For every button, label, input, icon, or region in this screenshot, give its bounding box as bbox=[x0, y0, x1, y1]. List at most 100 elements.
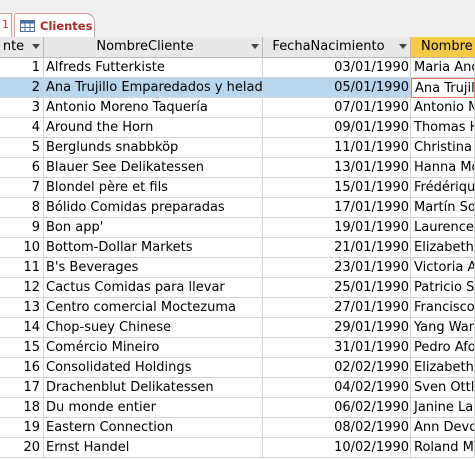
row-id-cell[interactable]: 16 bbox=[0, 358, 44, 378]
row-id-cell[interactable]: 1 bbox=[0, 58, 44, 78]
row-id-cell[interactable]: 10 bbox=[0, 238, 44, 258]
row-id-cell[interactable]: 8 bbox=[0, 198, 44, 218]
table-row[interactable]: 19 Eastern Connection 08/02/1990 Ann Devo bbox=[0, 418, 475, 438]
table-row[interactable]: 14 Chop-suey Chinese 29/01/1990 Yang Wan bbox=[0, 318, 475, 338]
row-id-cell[interactable]: 17 bbox=[0, 378, 44, 398]
table-row[interactable]: 9 Bon app' 19/01/1990 Laurence bbox=[0, 218, 475, 238]
column-header-id[interactable]: nte bbox=[0, 37, 44, 58]
customer-name-cell[interactable]: Around the Horn bbox=[44, 118, 263, 138]
birth-date-cell[interactable]: 03/01/1990 bbox=[263, 58, 411, 78]
contact-name-cell[interactable]: Elizabeth bbox=[411, 358, 475, 378]
birth-date-cell[interactable]: 27/01/1990 bbox=[263, 298, 411, 318]
column-header-nombrecliente[interactable]: NombreCliente bbox=[44, 37, 263, 58]
row-id-cell[interactable]: 5 bbox=[0, 138, 44, 158]
table-row[interactable]: 20Ernst Handel10/02/1990Roland Me bbox=[0, 438, 475, 458]
birth-date-cell[interactable]: 29/01/1990 bbox=[263, 318, 411, 338]
row-id-cell[interactable]: 3 bbox=[0, 98, 44, 118]
birth-date-cell[interactable]: 08/02/1990 bbox=[263, 418, 411, 438]
birth-date-cell[interactable]: 15/01/1990 bbox=[263, 178, 411, 198]
row-id-cell[interactable]: 11 bbox=[0, 258, 44, 278]
row-id-cell[interactable]: 12 bbox=[0, 278, 44, 298]
contact-name-cell[interactable]: Christina bbox=[411, 138, 475, 158]
row-id-cell[interactable]: 13 bbox=[0, 298, 44, 318]
birth-date-cell[interactable]: 10/02/1990 bbox=[263, 438, 411, 458]
birth-date-cell[interactable]: 07/01/1990 bbox=[263, 98, 411, 118]
table-row[interactable]: 16 Consolidated Holdings 02/02/1990 Elizabe… bbox=[0, 358, 475, 378]
previous-tab[interactable]: 1 bbox=[0, 13, 12, 37]
contact-name-cell[interactable]: Pedro Afo bbox=[411, 338, 475, 358]
contact-name-cell[interactable]: Victoria A bbox=[411, 258, 475, 278]
row-id-cell[interactable]: 19 bbox=[0, 418, 44, 438]
customer-name-cell[interactable]: Alfreds Futterkiste bbox=[44, 58, 263, 78]
table-row[interactable]: 12 Cactus Comidas para llevar 25/01/1990 Pa… bbox=[0, 278, 475, 298]
row-id-cell[interactable]: 2 bbox=[0, 78, 44, 98]
contact-name-cell[interactable]: Elizabeth bbox=[411, 238, 475, 258]
customer-name-cell[interactable]: Eastern Connection bbox=[44, 418, 263, 438]
customer-name-cell[interactable]: Ana Trujillo Emparedados y helado bbox=[44, 78, 263, 98]
birth-date-cell[interactable]: 23/01/1990 bbox=[263, 258, 411, 278]
customer-name-cell[interactable]: B's Beverages bbox=[44, 258, 263, 278]
table-row[interactable]: 11 B's Beverages 23/01/1990 Victoria A bbox=[0, 258, 475, 278]
contact-name-cell[interactable]: Janine Lab bbox=[411, 398, 475, 418]
table-row[interactable]: 13 Centro comercial Moctezuma 27/01/1990 Fr… bbox=[0, 298, 475, 318]
customer-name-cell[interactable]: Comércio Mineiro bbox=[44, 338, 263, 358]
table-row[interactable]: 7 Blondel père et fils 15/01/1990 Frédériqu bbox=[0, 178, 475, 198]
row-id-cell[interactable]: 6 bbox=[0, 158, 44, 178]
contact-name-cell[interactable]: Sven Ottli bbox=[411, 378, 475, 398]
birth-date-cell[interactable]: 31/01/1990 bbox=[263, 338, 411, 358]
customer-name-cell[interactable]: Bólido Comidas preparadas bbox=[44, 198, 263, 218]
contact-name-cell[interactable]: Frédériqu bbox=[411, 178, 475, 198]
customer-name-cell[interactable]: Antonio Moreno Taquería bbox=[44, 98, 263, 118]
table-row[interactable]: 18 Du monde entier 06/02/1990 Janine Lab bbox=[0, 398, 475, 418]
table-row[interactable]: 5 Berglunds snabbköp 11/01/1990 Christina bbox=[0, 138, 475, 158]
row-id-cell[interactable]: 7 bbox=[0, 178, 44, 198]
customer-name-cell[interactable]: Du monde entier bbox=[44, 398, 263, 418]
row-id-cell[interactable]: 4 bbox=[0, 118, 44, 138]
contact-name-cell[interactable]: Laurence bbox=[411, 218, 475, 238]
table-row[interactable]: 2 Ana Trujillo Emparedados y helado 05/01/… bbox=[0, 78, 475, 98]
contact-name-cell[interactable]: Francisco bbox=[411, 298, 475, 318]
customer-name-cell[interactable]: Consolidated Holdings bbox=[44, 358, 263, 378]
table-row[interactable]: 3 Antonio Moreno Taquería 07/01/1990 Antoni… bbox=[0, 98, 475, 118]
customer-name-cell[interactable]: Ernst Handel bbox=[44, 438, 263, 458]
contact-name-cell[interactable]: Maria And bbox=[411, 58, 475, 78]
birth-date-cell[interactable]: 11/01/1990 bbox=[263, 138, 411, 158]
table-row[interactable]: 15 Comércio Mineiro 31/01/1990 Pedro Afo bbox=[0, 338, 475, 358]
customer-name-cell[interactable]: Blondel père et fils bbox=[44, 178, 263, 198]
row-id-cell[interactable]: 9 bbox=[0, 218, 44, 238]
birth-date-cell[interactable]: 19/01/1990 bbox=[263, 218, 411, 238]
contact-name-cell[interactable]: Yang Wan bbox=[411, 318, 475, 338]
table-row[interactable]: 17 Drachenblut Delikatessen 04/02/1990 Sven… bbox=[0, 378, 475, 398]
table-row[interactable]: 4 Around the Horn 09/01/1990 Thomas H bbox=[0, 118, 475, 138]
column-header-fechanacimiento[interactable]: FechaNacimiento bbox=[263, 37, 411, 58]
contact-name-cell[interactable]: Thomas H bbox=[411, 118, 475, 138]
contact-name-cell[interactable]: Ana Trujil bbox=[411, 78, 475, 98]
chevron-down-icon[interactable] bbox=[399, 44, 407, 49]
contact-name-cell[interactable]: Hanna Mo bbox=[411, 158, 475, 178]
customer-name-cell[interactable]: Chop-suey Chinese bbox=[44, 318, 263, 338]
chevron-down-icon[interactable] bbox=[251, 44, 259, 49]
customer-name-cell[interactable]: Bottom-Dollar Markets bbox=[44, 238, 263, 258]
contact-name-cell[interactable]: Roland Me bbox=[411, 438, 475, 458]
table-row[interactable]: 10 Bottom-Dollar Markets 21/01/1990 Elizabe… bbox=[0, 238, 475, 258]
column-header-nombre[interactable]: Nombre bbox=[411, 37, 475, 58]
customer-name-cell[interactable]: Drachenblut Delikatessen bbox=[44, 378, 263, 398]
birth-date-cell[interactable]: 09/01/1990 bbox=[263, 118, 411, 138]
contact-name-cell[interactable]: Patricio Si bbox=[411, 278, 475, 298]
contact-name-cell[interactable]: Ann Devo bbox=[411, 418, 475, 438]
customer-name-cell[interactable]: Cactus Comidas para llevar bbox=[44, 278, 263, 298]
row-id-cell[interactable]: 18 bbox=[0, 398, 44, 418]
birth-date-cell[interactable]: 21/01/1990 bbox=[263, 238, 411, 258]
table-row[interactable]: 1 Alfreds Futterkiste 03/01/1990 Maria And bbox=[0, 58, 475, 78]
contact-name-cell[interactable]: Antonio M bbox=[411, 98, 475, 118]
birth-date-cell[interactable]: 04/02/1990 bbox=[263, 378, 411, 398]
customer-name-cell[interactable]: Blauer See Delikatessen bbox=[44, 158, 263, 178]
contact-name-cell[interactable]: Martín So bbox=[411, 198, 475, 218]
row-id-cell[interactable]: 20 bbox=[0, 438, 44, 458]
birth-date-cell[interactable]: 17/01/1990 bbox=[263, 198, 411, 218]
table-row[interactable]: 6 Blauer See Delikatessen 13/01/1990 Hanna … bbox=[0, 158, 475, 178]
customer-name-cell[interactable]: Bon app' bbox=[44, 218, 263, 238]
birth-date-cell[interactable]: 05/01/1990 bbox=[263, 78, 411, 98]
birth-date-cell[interactable]: 02/02/1990 bbox=[263, 358, 411, 378]
birth-date-cell[interactable]: 06/02/1990 bbox=[263, 398, 411, 418]
